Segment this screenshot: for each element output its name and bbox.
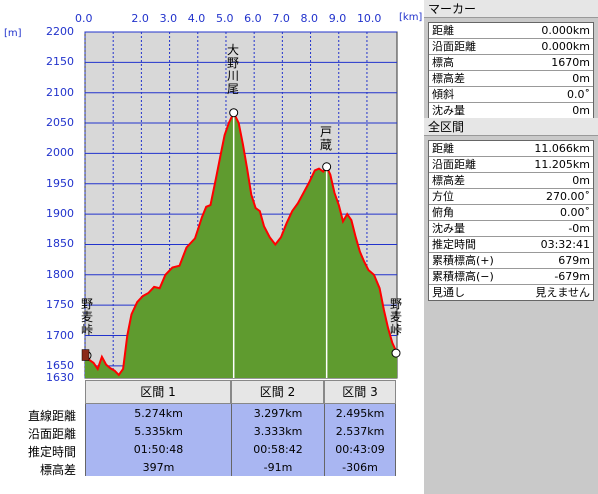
all-row: 累積標高(−) -679m bbox=[429, 269, 593, 285]
section-1-surface: 5.335km bbox=[134, 425, 183, 438]
all-row: 方位 270.00˚ bbox=[429, 189, 593, 205]
section-3-distance: 2.495km bbox=[335, 407, 385, 420]
section-3-elevation: -306m bbox=[342, 461, 378, 474]
marker-table: 距離 0.000km 沿面距離 0.000km 標高 1670m 標高差 0m 傾斜 0.… bbox=[428, 22, 594, 119]
y-tick-label: 1750 bbox=[46, 298, 74, 312]
section-1-values: 5.274km 5.335km 01:50:48 397m bbox=[85, 404, 231, 476]
waypoint-marker[interactable] bbox=[229, 108, 239, 118]
marker-row: 標高 1670m bbox=[429, 55, 593, 71]
y-tick-label: 1850 bbox=[46, 237, 74, 251]
section-1-header[interactable]: 区間 1 bbox=[85, 380, 231, 404]
all-row: 標高差 0m bbox=[429, 173, 593, 189]
x-tick-label: 3.0 bbox=[159, 12, 178, 25]
y-tick-label: 2100 bbox=[46, 85, 74, 99]
waypoint-label-tokura: 戸蔵 bbox=[319, 125, 332, 152]
marker-row: 距離 0.000km bbox=[429, 23, 593, 39]
all-row: 推定時間 03:32:41 bbox=[429, 237, 593, 253]
x-tick-label: 9.0 bbox=[328, 12, 347, 25]
y-tick-label: 2200 bbox=[46, 25, 74, 38]
section-3-surface: 2.537km bbox=[335, 425, 385, 438]
waypoint-marker[interactable] bbox=[322, 162, 332, 172]
all-row: 累積標高(+) 679m bbox=[429, 253, 593, 269]
y-tick-label: 1800 bbox=[46, 267, 74, 281]
section-1-distance: 5.274km bbox=[134, 407, 183, 420]
x-tick-label: 7.0 bbox=[272, 12, 290, 25]
all-row: 沈み量 -0m bbox=[429, 221, 593, 237]
x-tick-label: 4.0 bbox=[187, 12, 206, 25]
current-position-marker[interactable] bbox=[81, 349, 90, 361]
marker-row: 標高差 0m bbox=[429, 71, 593, 87]
all-sections-panel-title: 全区間 bbox=[424, 118, 598, 136]
row-label-surface: 沿面距離 bbox=[27, 427, 76, 441]
y-tick-label: 1950 bbox=[46, 176, 74, 190]
x-tick-label: 6.0 bbox=[244, 12, 262, 25]
y-tick-label: 1650 bbox=[46, 358, 74, 372]
x-tick-label: 10.0 bbox=[356, 12, 382, 25]
all-row: 見通し 見えません bbox=[432, 286, 590, 299]
x-tick-label: 8.0 bbox=[300, 12, 319, 25]
row-label-time: 推定時間 bbox=[27, 445, 76, 459]
marker-row: 傾斜 0.0˚ bbox=[429, 87, 593, 103]
y-tick-label: 2150 bbox=[46, 55, 74, 69]
waypoint-marker[interactable] bbox=[391, 348, 401, 358]
section-3-values: 2.495km 2.537km 00:43:09 -306m bbox=[324, 404, 396, 476]
y-tick-label: 1900 bbox=[46, 207, 74, 221]
y-tick-label: 2050 bbox=[46, 116, 74, 130]
waypoint-label-start: 野麦峠 bbox=[80, 297, 93, 337]
section-1-elevation: 397m bbox=[142, 461, 175, 474]
marker-row: 沿面距離 0.000km bbox=[429, 39, 593, 55]
section-2-time: 00:58:42 bbox=[253, 443, 303, 456]
all-row: 沿面距離 11.205km bbox=[429, 157, 593, 173]
section-2-distance: 3.297km bbox=[253, 407, 303, 420]
y-tick-label: 1700 bbox=[46, 328, 74, 342]
row-label-elevation: 標高差 bbox=[39, 463, 76, 477]
section-3-header[interactable]: 区間 3 bbox=[324, 380, 396, 404]
y-tick-label: 2000 bbox=[46, 146, 74, 160]
x-tick-label: 0.0 bbox=[75, 12, 93, 25]
section-2-values: 3.297km 3.333km 00:58:42 -91m bbox=[231, 404, 324, 476]
y-axis-unit: [m] bbox=[4, 28, 22, 39]
marker-row: 沈み量 0m bbox=[432, 104, 590, 117]
x-tick-label: 2.0 bbox=[131, 12, 149, 25]
all-row: 距離 11.066km bbox=[429, 141, 593, 157]
section-2-surface: 3.333km bbox=[253, 425, 303, 438]
waypoint-label-onogawao: 大野川尾 bbox=[226, 43, 239, 96]
section-2-elevation: -91m bbox=[263, 461, 293, 474]
section-3-time: 00:43:09 bbox=[335, 443, 385, 456]
y-tick-label: 1630 bbox=[46, 371, 74, 384]
info-panel: マーカー 距離 0.000km 沿面距離 0.000km 標高 1670m 標高差 0m… bbox=[424, 0, 598, 494]
section-2-header[interactable]: 区間 2 bbox=[231, 380, 324, 404]
row-label-distance: 直線距離 bbox=[27, 409, 76, 423]
x-tick-label: 5.0 bbox=[215, 12, 234, 25]
all-row: 俯角 0.00˚ bbox=[429, 205, 593, 221]
section-1-time: 01:50:48 bbox=[133, 443, 184, 456]
marker-panel-title: マーカー bbox=[424, 0, 598, 18]
x-axis-unit: [km] bbox=[399, 12, 423, 23]
waypoint-label-end: 野麦峠 bbox=[389, 297, 402, 337]
all-sections-table: 距離 11.066km 沿面距離 11.205km 標高差 0m 方位 270.00˚ … bbox=[428, 140, 594, 301]
